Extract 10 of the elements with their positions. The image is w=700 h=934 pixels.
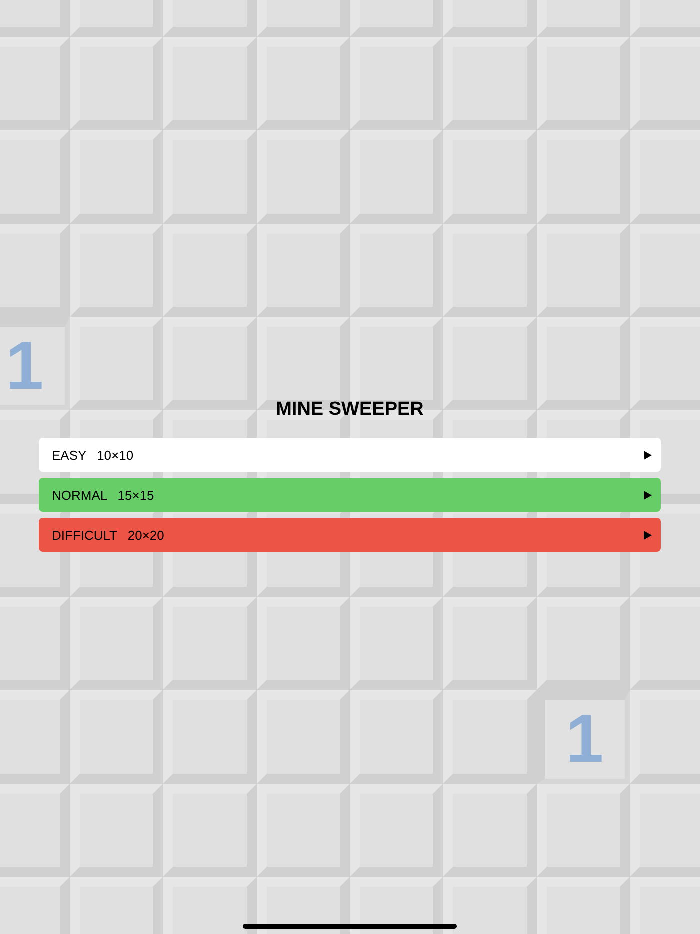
tile-number: 1: [6, 332, 44, 400]
level-button[interactable]: NORMAL 15×15: [39, 478, 661, 512]
home-indicator[interactable]: [243, 924, 457, 929]
play-icon: [644, 530, 652, 540]
tile-number: 1: [566, 705, 604, 774]
game-title: MINE SWEEPER: [275, 398, 425, 422]
level-button[interactable]: DIFFICULT 20×20: [39, 518, 661, 552]
play-icon: [644, 490, 652, 500]
level-button[interactable]: EASY 10×10: [39, 438, 661, 472]
play-icon: [644, 450, 652, 460]
